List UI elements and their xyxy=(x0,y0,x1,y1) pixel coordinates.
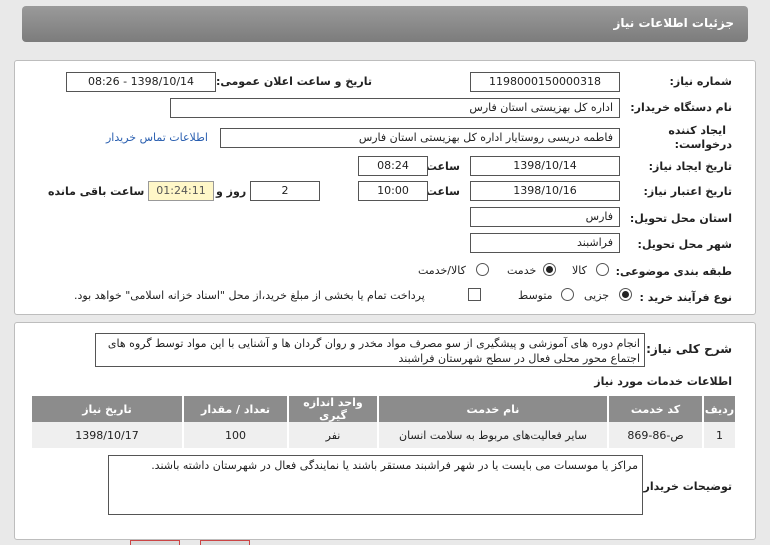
valid-time-label: ساعت xyxy=(425,185,460,198)
category-option-service: خدمت xyxy=(507,264,537,277)
created-date-field: 1398/10/14 xyxy=(470,156,620,176)
category-option-goods: کالا xyxy=(572,264,587,277)
col-code-header: کد خدمت xyxy=(607,396,703,422)
treasury-note: پرداخت تمام یا بخشی از مبلغ خرید،از محل … xyxy=(74,289,425,302)
announce-datetime-field: 1398/10/14 - 08:26 xyxy=(66,72,216,92)
category-option-goods-service: کالا/خدمت xyxy=(418,264,466,277)
process-option-minor: جزیی xyxy=(584,289,610,302)
description-label: شرح کلی نیاز: xyxy=(646,342,732,356)
remaining-label: ساعت باقی مانده xyxy=(48,185,145,198)
buyer-notes-field: مراکز یا موسسات می بایست یا در شهر فراشب… xyxy=(108,455,643,515)
process-option-medium: متوسط xyxy=(518,289,553,302)
created-time-label: ساعت xyxy=(425,160,460,173)
creator-field: فاطمه دریسی روستایار اداره کل بهزیستی اس… xyxy=(220,128,620,148)
valid-date-field: 1398/10/16 xyxy=(470,181,620,201)
window-title-bar: جزئیات اطلاعات نیاز xyxy=(22,6,748,42)
days-label: روز و xyxy=(216,185,247,198)
services-title: اطلاعات خدمات مورد نیاز xyxy=(594,375,732,388)
cell-date: 1398/10/17 xyxy=(30,422,183,448)
process-label: نوع فرآیند خرید : xyxy=(639,291,732,304)
creator-label-line2: درخواست: xyxy=(674,138,732,151)
buyer-org-field: اداره کل بهزیستی استان فارس xyxy=(170,98,620,118)
cell-unit: نفر xyxy=(287,422,378,448)
col-date-header: تاریخ نیاز xyxy=(30,396,183,422)
cell-code: ص-86-869 xyxy=(607,422,703,448)
province-label: استان محل تحویل: xyxy=(629,212,732,225)
cell-name: سایر فعالیت‌های مربوط به سلامت انسان xyxy=(377,422,608,448)
valid-time-field: 10:00 xyxy=(358,181,428,201)
table-row: 1 ص-86-869 سایر فعالیت‌های مربوط به سلام… xyxy=(30,422,735,448)
need-number-field: 1198000150000318 xyxy=(470,72,620,92)
category-radio-goods[interactable] xyxy=(596,263,609,276)
valid-date-label: تاریخ اعتبار نیاز: xyxy=(643,185,732,198)
col-row-header: ردیف xyxy=(702,396,735,422)
cell-row: 1 xyxy=(702,422,735,448)
bottom-button-2[interactable] xyxy=(130,540,180,545)
buyer-contact-link[interactable]: اطلاعات تماس خریدار xyxy=(106,131,208,144)
col-name-header: نام خدمت xyxy=(377,396,608,422)
category-radio-goods-service[interactable] xyxy=(476,263,489,276)
treasury-checkbox[interactable] xyxy=(468,288,481,301)
remaining-time-field: 01:24:11 xyxy=(148,181,214,201)
category-label: طبقه بندی موضوعی: xyxy=(615,265,732,278)
buyer-org-label: نام دستگاه خریدار: xyxy=(630,101,732,114)
col-qty-header: تعداد / مقدار xyxy=(182,396,288,422)
need-number-label: شماره نیاز: xyxy=(669,75,732,88)
city-label: شهر محل تحویل: xyxy=(637,238,732,251)
services-table: ردیف کد خدمت نام خدمت واحد اندازه گیری ت… xyxy=(30,396,735,448)
cell-qty: 100 xyxy=(182,422,288,448)
created-date-label: تاریخ ایجاد نیاز: xyxy=(648,160,732,173)
category-radio-service[interactable] xyxy=(543,263,556,276)
announce-label: تاریخ و ساعت اعلان عمومی: xyxy=(215,75,372,88)
city-field: فراشبند xyxy=(470,233,620,253)
remaining-days-field: 2 xyxy=(250,181,320,201)
description-field: انجام دوره های آموزشی و پیشگیری از سو مص… xyxy=(95,333,645,367)
created-time-field: 08:24 xyxy=(358,156,428,176)
window-title: جزئیات اطلاعات نیاز xyxy=(613,16,734,30)
buyer-notes-label: توضیحات خریدار: xyxy=(639,480,732,493)
creator-label-line1: ایجاد کننده xyxy=(668,124,726,137)
process-radio-medium[interactable] xyxy=(561,288,574,301)
province-field: فارس xyxy=(470,207,620,227)
bottom-button-1[interactable] xyxy=(200,540,250,545)
col-unit-header: واحد اندازه گیری xyxy=(287,396,378,422)
process-radio-minor[interactable] xyxy=(619,288,632,301)
